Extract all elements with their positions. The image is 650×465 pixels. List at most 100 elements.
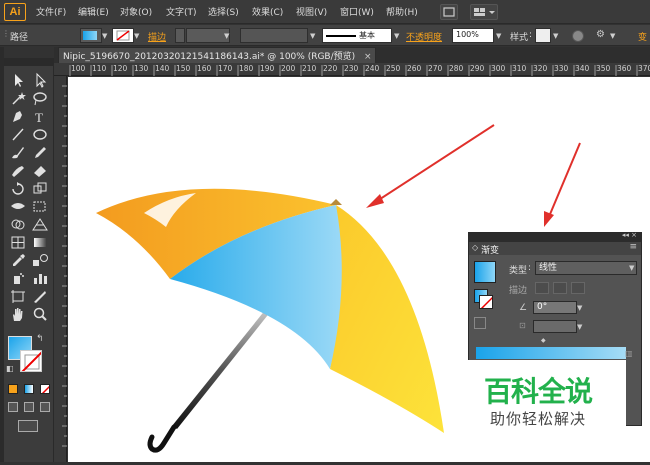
ruler-tick-label: 260 xyxy=(407,64,422,73)
rotate-tool-icon[interactable] xyxy=(8,180,28,197)
free-transform-tool-icon[interactable] xyxy=(30,198,50,215)
ruler-tick-label: 150 xyxy=(176,64,191,73)
width-tool-icon[interactable] xyxy=(8,198,28,215)
aspect-ratio-input[interactable] xyxy=(533,320,577,333)
hand-tool-icon[interactable] xyxy=(8,306,28,323)
document-setup-icon[interactable]: ⚙ xyxy=(596,29,605,40)
column-graph-tool-icon[interactable] xyxy=(30,270,50,287)
gradient-tool-icon[interactable] xyxy=(30,234,50,251)
chevron-down-icon[interactable]: ▼ xyxy=(610,32,615,40)
color-mode-icon[interactable] xyxy=(8,384,18,394)
paintbrush-tool-icon[interactable] xyxy=(8,144,28,161)
graphic-style-swatch[interactable] xyxy=(535,28,551,43)
selection-tool-icon[interactable] xyxy=(8,72,28,89)
menu-help[interactable]: 帮助(H) xyxy=(386,5,418,18)
menu-file[interactable]: 文件(F) xyxy=(36,5,66,18)
artboard-tool-icon[interactable] xyxy=(8,288,28,305)
default-colors-icon[interactable]: ◧ xyxy=(6,364,14,373)
panel-menu-icon[interactable]: ≡ xyxy=(629,242,637,252)
chevron-down-icon[interactable]: ▼ xyxy=(577,323,582,331)
zoom-tool-icon[interactable] xyxy=(30,306,50,323)
brush-select[interactable]: 基本 xyxy=(322,28,392,43)
chevron-down-icon[interactable]: ▼ xyxy=(577,304,582,312)
aspect-ratio-icon: ⊡ xyxy=(519,321,526,330)
gradient-type-select[interactable]: 线性 xyxy=(535,261,637,275)
variable-width-select[interactable] xyxy=(240,28,308,43)
shape-builder-tool-icon[interactable] xyxy=(8,216,28,233)
screen-mode-icon[interactable] xyxy=(18,420,38,432)
draw-inside-icon[interactable] xyxy=(40,402,50,412)
recolor-artwork-icon[interactable] xyxy=(572,30,584,42)
stroke-gradient-option[interactable] xyxy=(553,282,567,294)
blend-tool-icon[interactable] xyxy=(30,252,50,269)
eyedropper-tool-icon[interactable] xyxy=(8,252,28,269)
gradient-mode-icon[interactable] xyxy=(24,384,34,394)
magic-wand-tool-icon[interactable] xyxy=(8,90,28,107)
blob-brush-tool-icon[interactable] xyxy=(8,162,28,179)
gradient-tab[interactable]: ◇ 渐变 ≡ xyxy=(469,242,641,256)
midpoint-diamond-icon[interactable]: ◆ xyxy=(541,337,546,344)
stroke-gradient-option[interactable] xyxy=(571,282,585,294)
menu-view[interactable]: 视图(V) xyxy=(296,5,327,18)
scale-tool-icon[interactable] xyxy=(30,180,50,197)
trash-icon[interactable]: ▥ xyxy=(625,349,633,358)
type-label: 类型 xyxy=(509,266,528,276)
chevron-down-icon[interactable]: ▼ xyxy=(629,264,634,272)
perspective-grid-tool-icon[interactable] xyxy=(30,216,50,233)
chevron-down-icon[interactable]: ▼ xyxy=(553,32,558,40)
menu-effect[interactable]: 效果(C) xyxy=(252,5,283,18)
stroke-swatch[interactable] xyxy=(20,350,42,372)
ellipse-tool-icon[interactable] xyxy=(30,126,50,143)
lasso-tool-icon[interactable] xyxy=(30,90,50,107)
bridge-button[interactable] xyxy=(440,4,458,20)
angle-icon: ∠ xyxy=(519,303,528,313)
draw-normal-icon[interactable] xyxy=(8,402,18,412)
menu-window[interactable]: 窗口(W) xyxy=(340,5,374,18)
menu-object[interactable]: 对象(O) xyxy=(120,5,152,18)
menu-edit[interactable]: 编辑(E) xyxy=(78,5,109,18)
line-tool-icon[interactable] xyxy=(8,126,28,143)
transform-link[interactable]: 变 xyxy=(638,30,647,43)
arrange-documents-button[interactable] xyxy=(470,4,498,20)
document-tab[interactable]: Nipic_5196670_20120320121541186143.ai* @… xyxy=(58,47,376,63)
opacity-link[interactable]: 不透明度 xyxy=(406,30,442,43)
opacity-input[interactable]: 100% xyxy=(452,28,494,43)
type-tool-icon[interactable]: T xyxy=(30,108,50,125)
menu-select[interactable]: 选择(S) xyxy=(208,5,239,18)
style-label: 样式 xyxy=(510,33,529,43)
draw-behind-icon[interactable] xyxy=(24,402,34,412)
close-icon[interactable]: × xyxy=(364,52,372,62)
pencil-tool-icon[interactable] xyxy=(30,144,50,161)
chevron-down-icon[interactable]: ▼ xyxy=(394,32,399,40)
stroke-indicator[interactable] xyxy=(479,295,493,309)
panel-title: 渐变 xyxy=(481,246,500,256)
angle-input[interactable]: 0° xyxy=(533,301,577,314)
chevron-down-icon[interactable]: ▼ xyxy=(102,32,107,40)
ruler-tick-label: 310 xyxy=(512,64,527,73)
swap-fill-stroke-icon[interactable]: ↰ xyxy=(36,334,44,344)
menu-type[interactable]: 文字(T) xyxy=(166,5,197,18)
stroke-link[interactable]: 描边 xyxy=(148,30,166,43)
vertical-ruler xyxy=(54,76,67,462)
symbol-sprayer-tool-icon[interactable] xyxy=(8,270,28,287)
chevron-down-icon[interactable]: ▼ xyxy=(134,32,139,40)
stroke-weight-stepper[interactable] xyxy=(175,28,185,43)
chevron-down-icon[interactable]: ▼ xyxy=(224,32,229,40)
chevron-down-icon[interactable]: ▼ xyxy=(310,32,315,40)
direct-selection-tool-icon[interactable] xyxy=(30,72,50,89)
slice-tool-icon[interactable] xyxy=(30,288,50,305)
stroke-gradient-option[interactable] xyxy=(535,282,549,294)
gradient-slider[interactable] xyxy=(476,347,626,359)
fill-color-swatch[interactable] xyxy=(80,28,102,43)
gradient-preview-swatch[interactable] xyxy=(474,261,496,283)
collapse-icon[interactable]: ◂◂ × xyxy=(622,231,637,239)
eraser-tool-icon[interactable] xyxy=(30,162,50,179)
umbrella-hook xyxy=(147,424,177,453)
stroke-color-swatch[interactable] xyxy=(112,28,134,43)
none-mode-icon[interactable] xyxy=(40,384,50,394)
pen-tool-icon[interactable] xyxy=(8,108,28,125)
reverse-gradient-icon[interactable] xyxy=(474,317,486,329)
mesh-tool-icon[interactable] xyxy=(8,234,28,251)
chevron-down-icon[interactable]: ▼ xyxy=(496,32,501,40)
ruler-ticks: 100 110 120 130 140 150 160 170 180 190 200 210 220 2… xyxy=(69,64,650,76)
